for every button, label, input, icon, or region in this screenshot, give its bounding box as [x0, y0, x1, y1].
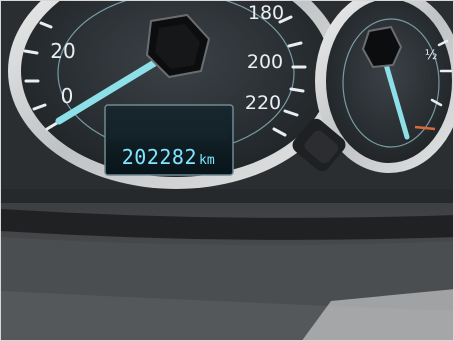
- speed-label-180: 180: [248, 2, 284, 24]
- dashboard-scene: 20 0 180 200 220 202282 km ½: [1, 1, 453, 340]
- odometer-unit: km: [199, 153, 215, 168]
- secondary-gauge-label: ½: [425, 48, 438, 63]
- speed-label-220: 220: [245, 92, 281, 114]
- cluster-lip: [1, 189, 453, 203]
- speed-label-0: 0: [61, 84, 74, 108]
- odometer-display: 202282 km: [104, 104, 234, 176]
- odometer-value: 202282: [122, 145, 197, 169]
- speed-label-200: 200: [247, 51, 283, 73]
- instrument-cluster-photo: 20 0 180 200 220 202282 km ½: [0, 0, 454, 341]
- speed-label-20: 20: [50, 39, 75, 63]
